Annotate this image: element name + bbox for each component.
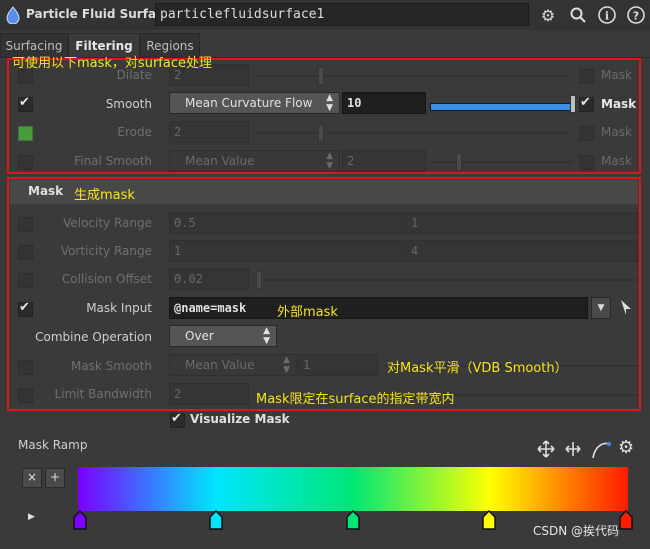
node-name-input[interactable]: particlefluidsurface1 [155,3,529,26]
mask-input-annotation: 外部mask [277,305,338,320]
ramp-key-marker[interactable] [209,510,223,530]
mask-ramp-gradient[interactable] [78,467,628,511]
node-type-label: Particle Fluid Surface [26,7,172,21]
svg-text:i: i [605,10,609,23]
ramp-key-marker[interactable] [73,510,87,530]
filter-annotation: 可使用以下mask，对surface处理 [12,56,212,71]
bandwidth-annotation: Mask限定在surface的指定带宽内 [256,392,455,407]
expand-ramp-icon[interactable]: ▶ [28,512,35,522]
search-icon[interactable] [568,5,588,25]
add-key-button[interactable]: + [45,468,65,488]
svg-text:?: ? [633,10,639,23]
mask-ramp-label: Mask Ramp [18,438,88,452]
ramp-key-marker[interactable] [619,510,633,530]
ramp-gear-icon[interactable]: ⚙ [618,437,634,458]
ramp-key-marker[interactable] [482,510,496,530]
filter-highlight-box [7,58,641,174]
visualize-mask-checkbox[interactable] [170,411,185,428]
gear-icon[interactable]: ⚙ [538,5,558,25]
help-icon[interactable]: ? [626,5,646,25]
mask-annotation: 生成mask [74,188,135,203]
mask-smooth-annotation: 对Mask平滑（VDB Smooth） [387,361,568,376]
particle-fluid-icon [6,6,20,24]
move-keys-icon[interactable] [537,440,555,458]
spread-keys-icon[interactable] [564,440,582,458]
visualize-mask-label: Visualize Mask [190,412,290,426]
watermark: CSDN @挨代码 [533,524,620,538]
curve-icon[interactable] [591,440,611,460]
ramp-key-marker[interactable] [346,510,360,530]
info-icon[interactable]: i [597,5,617,25]
remove-key-button[interactable]: × [22,468,42,488]
